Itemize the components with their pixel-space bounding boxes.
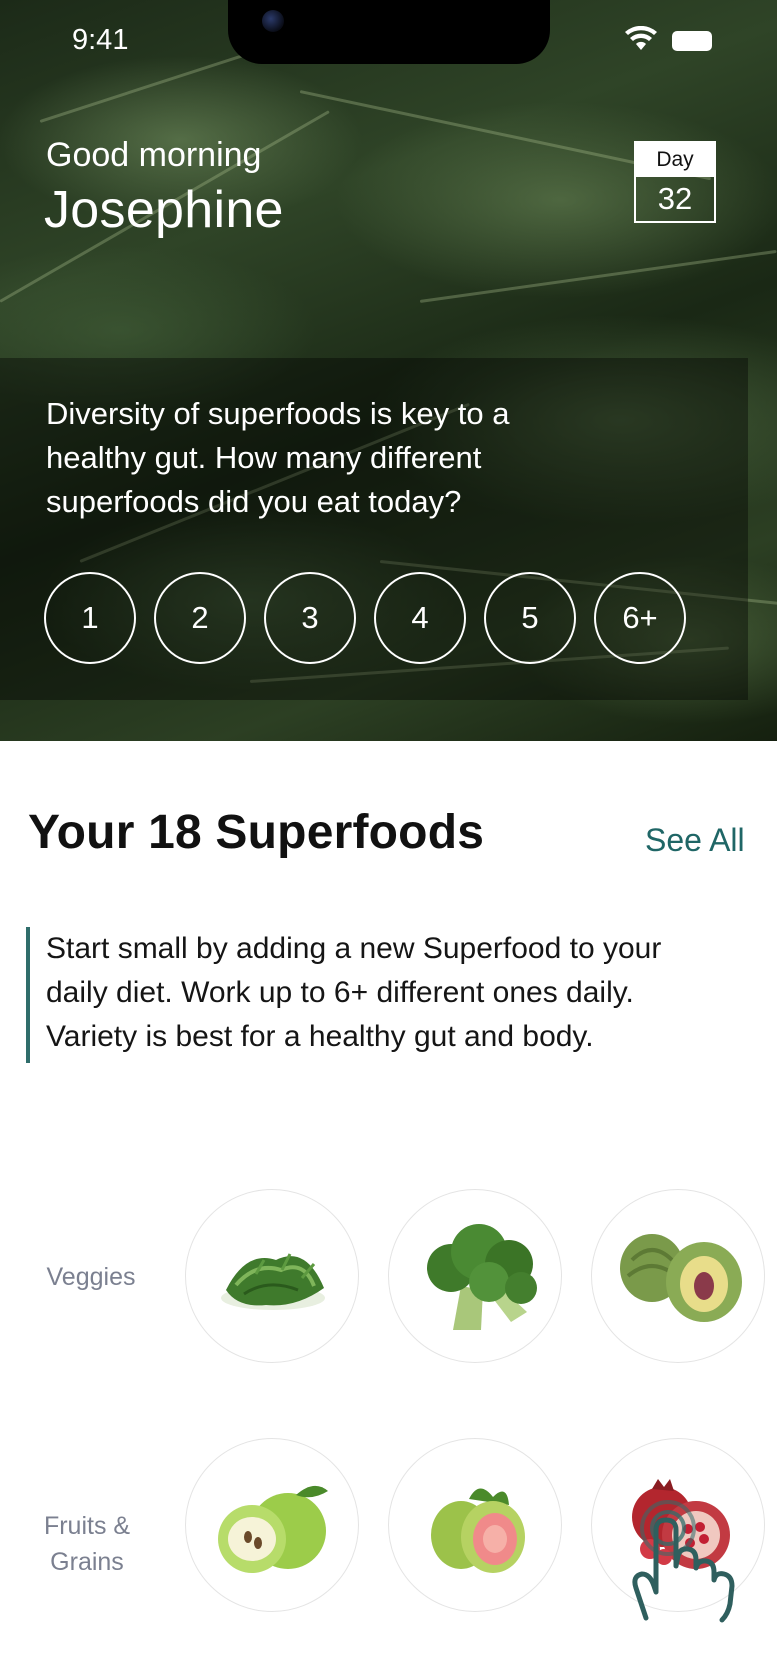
arugula-icon (221, 1253, 325, 1310)
day-number: 32 (657, 181, 693, 216)
food-green-apple[interactable] (185, 1438, 359, 1612)
tap-gesture-icon (632, 1500, 735, 1623)
user-name: Josephine (44, 181, 284, 239)
count-option-2[interactable]: 2 (154, 572, 246, 664)
guava-icon (431, 1488, 525, 1573)
row-label-veggies: Veggies (46, 1263, 136, 1291)
battery-icon (672, 31, 712, 51)
broccoli-icon (427, 1224, 537, 1330)
status-bar: 9:41 (0, 0, 777, 80)
food-arugula[interactable] (185, 1189, 359, 1363)
wifi-icon (625, 26, 657, 50)
greeting-text: Good morning (46, 136, 262, 174)
count-option-3[interactable]: 3 (264, 572, 356, 664)
superfood-tip: Start small by adding a new Superfood to… (26, 927, 726, 1063)
count-option-4[interactable]: 4 (374, 572, 466, 664)
food-broccoli[interactable] (388, 1189, 562, 1363)
superfoods-title: Your 18 Superfoods (28, 806, 485, 859)
count-option-5[interactable]: 5 (484, 572, 576, 664)
artichoke-icon (620, 1234, 742, 1322)
superfood-question: Diversity of superfoods is key to a heal… (46, 396, 510, 519)
see-all-link[interactable]: See All (645, 822, 745, 859)
food-guava[interactable] (388, 1438, 562, 1612)
food-artichoke[interactable] (591, 1189, 765, 1363)
day-label: Day (636, 143, 714, 177)
status-time: 9:41 (72, 24, 129, 56)
day-badge: Day 32 (634, 141, 716, 223)
green-apple-icon (218, 1485, 328, 1573)
leaf-texture (419, 249, 777, 303)
count-option-6-plus[interactable]: 6+ (594, 572, 686, 664)
count-option-1[interactable]: 1 (44, 572, 136, 664)
camera-icon (262, 10, 284, 32)
row-label-fruits-grains: Fruits & Grains (43, 1512, 131, 1576)
